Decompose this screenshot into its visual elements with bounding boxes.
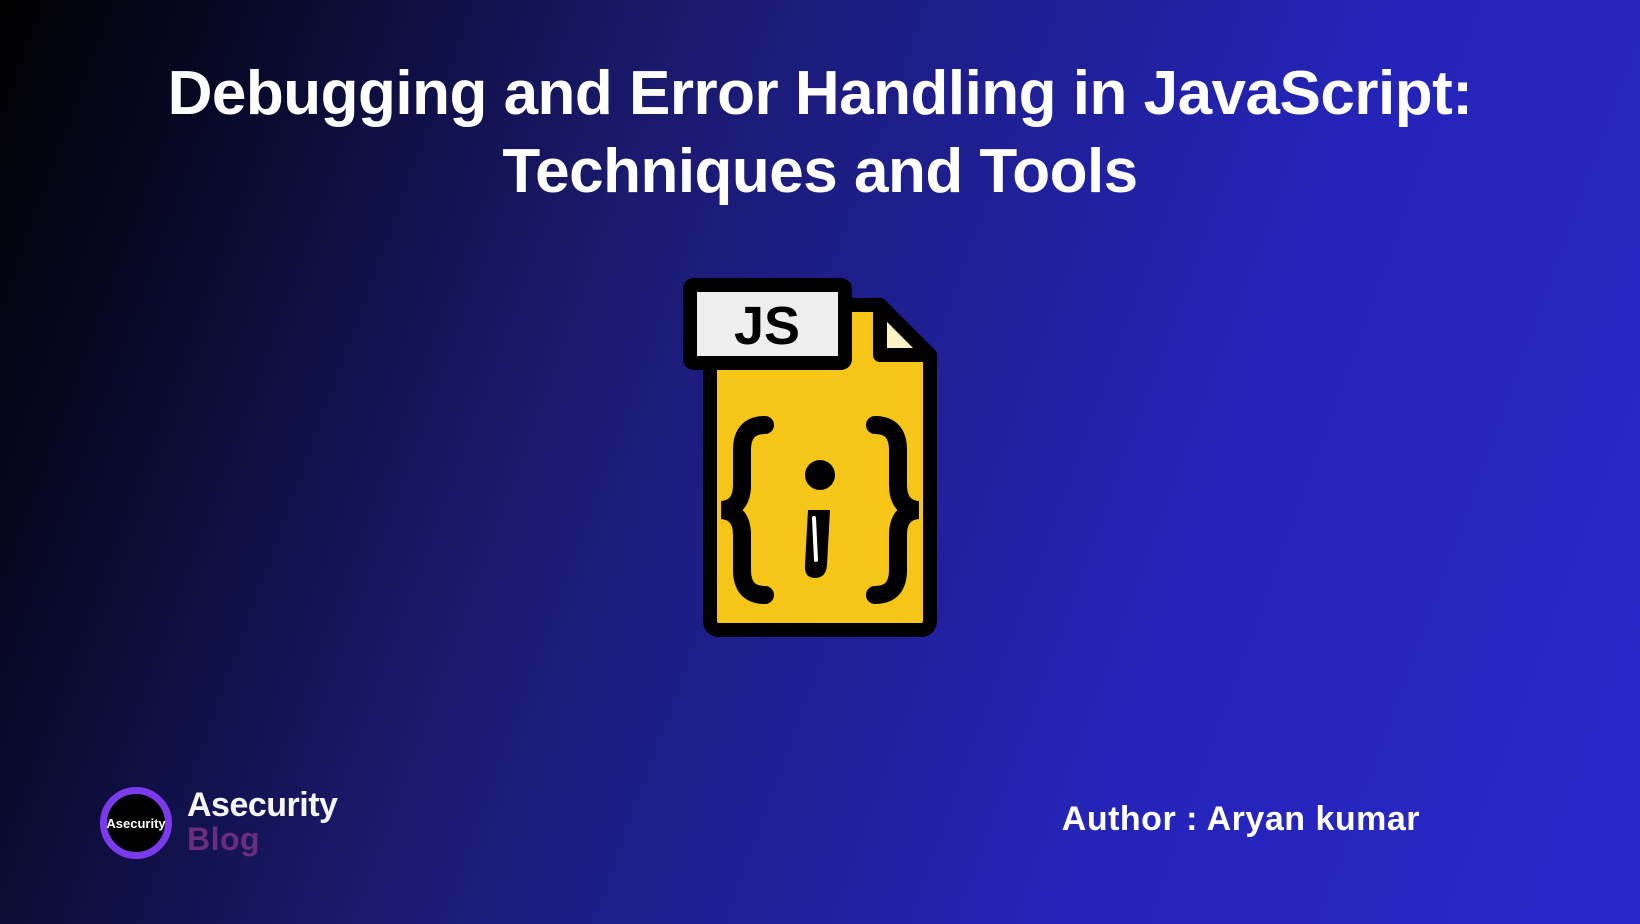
brand-logo: Asecurity Asecurity Blog <box>100 787 337 859</box>
js-label-text: JS <box>734 296 800 356</box>
logo-brand-name: Asecurity <box>187 788 337 822</box>
js-file-icon-container: JS <box>680 260 960 645</box>
page-title: Debugging and Error Handling in JavaScri… <box>0 0 1640 210</box>
logo-circle-text: Asecurity <box>106 816 165 831</box>
js-file-icon: JS <box>680 260 960 640</box>
logo-text-block: Asecurity Blog <box>187 788 337 857</box>
author-credit: Author : Aryan kumar <box>1062 800 1420 839</box>
logo-circle-icon: Asecurity <box>100 787 172 859</box>
logo-subtitle: Blog <box>187 822 337 857</box>
